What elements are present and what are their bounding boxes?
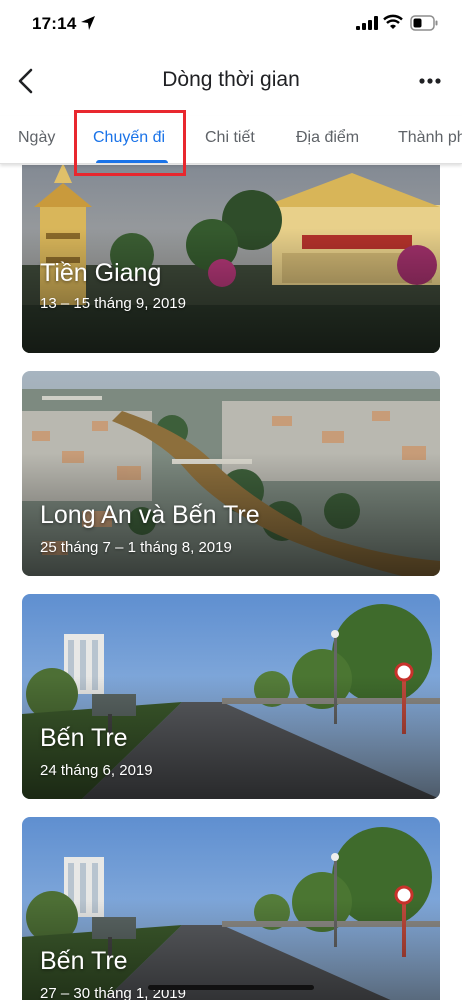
trip-title: Tiền Giang [40, 259, 162, 287]
trip-title: Bến Tre [40, 947, 128, 975]
location-arrow-icon [81, 16, 95, 30]
trip-card[interactable]: Tiền Giang 13 – 15 tháng 9, 2019 [22, 165, 440, 353]
wifi-icon [383, 14, 403, 29]
tab-day[interactable]: Ngày [18, 129, 55, 147]
status-bar: 17:14 [0, 0, 462, 50]
tab-trips[interactable]: Chuyến đi [93, 129, 165, 147]
trip-card[interactable]: Bến Tre 27 – 30 tháng 1, 2019 [22, 817, 440, 1000]
trip-date: 13 – 15 tháng 9, 2019 [40, 295, 186, 312]
card-gradient-overlay [22, 228, 440, 353]
signal-icon [356, 16, 378, 30]
battery-icon [410, 15, 438, 31]
more-horizontal-icon [419, 78, 441, 84]
trip-title: Long An và Bến Tre [40, 501, 260, 529]
trip-date: 24 tháng 6, 2019 [40, 762, 153, 779]
tab-cities[interactable]: Thành phố [398, 129, 462, 147]
trips-list: Tiền Giang 13 – 15 tháng 9, 2019 Long An… [0, 165, 462, 1000]
trip-card[interactable]: Long An và Bến Tre 25 tháng 7 – 1 tháng … [22, 371, 440, 576]
trip-title: Bến Tre [40, 724, 128, 752]
home-indicator [148, 985, 314, 990]
app-header: Dòng thời gian [0, 55, 462, 107]
trip-card[interactable]: Bến Tre 24 tháng 6, 2019 [22, 594, 440, 799]
status-time: 17:14 [32, 14, 77, 33]
tab-bar: Ngày Chuyến đi Chi tiết Địa điểm Thành p… [0, 116, 462, 164]
trip-date: 25 tháng 7 – 1 tháng 8, 2019 [40, 539, 232, 556]
more-options-button[interactable] [414, 67, 446, 95]
tab-details[interactable]: Chi tiết [205, 129, 255, 147]
active-tab-indicator [96, 160, 168, 163]
tab-places[interactable]: Địa điểm [296, 129, 359, 147]
page-title: Dòng thời gian [162, 68, 300, 91]
